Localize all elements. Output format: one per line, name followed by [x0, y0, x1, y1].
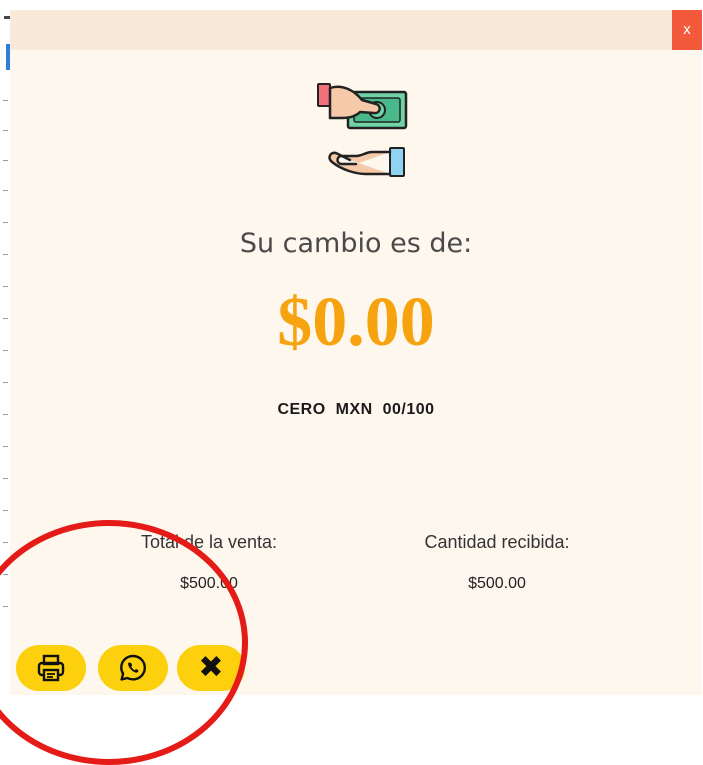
- background-tick: [3, 286, 8, 287]
- background-app-edge: [0, 0, 10, 700]
- dialog-header: x: [10, 10, 702, 50]
- background-tick: [3, 350, 8, 351]
- background-tick: [3, 130, 8, 131]
- background-tick: [3, 478, 8, 479]
- background-tick: [3, 254, 8, 255]
- change-title: Su cambio es de:: [239, 228, 473, 259]
- background-tick: [3, 414, 8, 415]
- sale-total-label: Total de la venta:: [140, 532, 278, 552]
- background-tick: [3, 160, 8, 161]
- sale-total-value: $500.00: [180, 575, 238, 592]
- amount-received-value: $500.00: [468, 575, 526, 592]
- background-tick: [3, 542, 8, 543]
- background-tick: [3, 574, 8, 575]
- close-icon: ✖: [198, 650, 224, 685]
- background-tick: [3, 222, 8, 223]
- dialog-close-button[interactable]: x: [672, 10, 702, 50]
- background-tick: [3, 318, 8, 319]
- background-tick: [3, 446, 8, 447]
- background-tick: [3, 100, 8, 101]
- background-tick: [3, 510, 8, 511]
- cash-handover-icon: [317, 83, 408, 177]
- print-button[interactable]: [16, 645, 86, 691]
- background-tick: [3, 382, 8, 383]
- whatsapp-icon: [120, 654, 146, 681]
- whatsapp-button[interactable]: [98, 645, 168, 691]
- change-dialog: x Su cambio es de: $0.00 CERO MXN 00/100…: [10, 10, 702, 695]
- background-tick: [3, 606, 8, 607]
- amount-received-label: Cantidad recibida:: [424, 532, 570, 552]
- printer-icon: [37, 654, 65, 682]
- background-tick: [3, 190, 8, 191]
- cancel-button[interactable]: ✖: [177, 645, 245, 691]
- change-amount-words: CERO MXN 00/100: [277, 401, 435, 418]
- change-amount: $0.00: [277, 284, 435, 361]
